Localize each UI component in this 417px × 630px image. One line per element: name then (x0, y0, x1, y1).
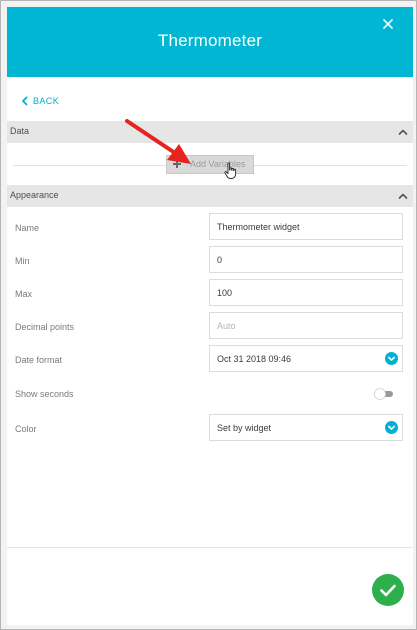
data-section-header[interactable]: Data (7, 121, 413, 143)
confirm-button[interactable] (371, 573, 405, 607)
min-input[interactable]: 0 (209, 246, 403, 273)
chevron-down-icon (385, 421, 398, 434)
max-input[interactable]: 100 (209, 279, 403, 306)
screenshot-frame: Thermometer BACK Data Add Variables Appe… (0, 0, 417, 630)
max-value: 100 (217, 288, 233, 298)
plus-icon (173, 160, 181, 168)
back-link[interactable]: BACK (21, 94, 59, 108)
date-format-select[interactable]: Oct 31 2018 09:46 (209, 345, 403, 372)
back-label: BACK (33, 96, 60, 106)
decimal-points-label: Decimal points (15, 322, 75, 332)
checkmark-icon (372, 574, 404, 606)
show-seconds-toggle[interactable] (373, 387, 395, 401)
widget-settings-panel: Thermometer BACK Data Add Variables Appe… (7, 7, 413, 625)
appearance-section-title: Appearance (10, 190, 59, 200)
chevron-left-icon (22, 96, 28, 106)
color-select[interactable]: Set by widget (209, 414, 403, 441)
add-variables-label: Add Variables (190, 159, 246, 169)
data-section-title: Data (10, 126, 30, 136)
max-label: Max (15, 289, 33, 299)
add-variables-button[interactable]: Add Variables (166, 155, 254, 174)
close-button[interactable] (379, 15, 397, 33)
name-input[interactable]: Thermometer widget (209, 213, 403, 240)
min-label: Min (15, 256, 30, 266)
appearance-section-header[interactable]: Appearance (7, 185, 413, 207)
chevron-up-icon (398, 129, 408, 135)
decimal-points-input[interactable]: Auto (209, 312, 403, 339)
close-icon (383, 19, 393, 29)
chevron-down-icon (385, 352, 398, 365)
name-value: Thermometer widget (217, 222, 300, 232)
min-value: 0 (217, 255, 223, 265)
decimal-points-placeholder: Auto (217, 321, 236, 331)
chevron-up-icon (398, 193, 408, 199)
color-label: Color (15, 424, 37, 434)
show-seconds-label: Show seconds (15, 389, 74, 399)
color-value: Set by widget (217, 423, 272, 433)
name-label: Name (15, 223, 40, 233)
date-format-label: Date format (15, 355, 63, 365)
date-format-value: Oct 31 2018 09:46 (217, 354, 292, 364)
toggle-off-icon (374, 388, 393, 400)
footer-divider (7, 547, 413, 548)
panel-title: Thermometer (157, 31, 263, 50)
panel-header: Thermometer (7, 7, 413, 77)
